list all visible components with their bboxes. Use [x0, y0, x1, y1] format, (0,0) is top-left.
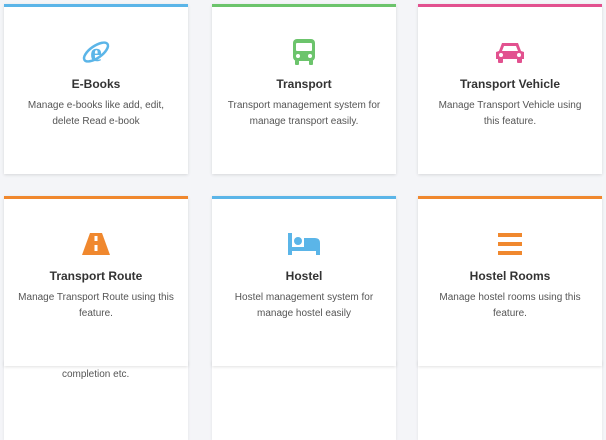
card-description: Manage Transport Vehicle using this feat… [438, 100, 582, 127]
card-title: E-Books [71, 77, 121, 91]
feature-card-transport-vehicle[interactable]: Transport Vehicle Manage Transport Vehic… [418, 4, 602, 174]
list-icon [418, 228, 602, 260]
card-description: Manage Transport Route using this featur… [18, 292, 174, 319]
internet-explorer-icon: e [4, 36, 188, 68]
partial-card-3 [418, 360, 602, 440]
card-top-bar [4, 196, 188, 199]
card-description: Manage e-books like add, edit, delete Re… [27, 100, 165, 127]
card-top-bar [212, 196, 396, 199]
card-top-bar [212, 4, 396, 7]
car-icon [418, 36, 602, 68]
partial-card-2 [212, 360, 396, 440]
card-description: Manage hostel rooms using this feature. [439, 292, 581, 319]
card-description: Transport management system for manage t… [227, 100, 381, 127]
card-title: Transport Vehicle [459, 77, 561, 91]
bus-icon [212, 36, 396, 68]
road-icon [4, 228, 188, 260]
partial-card-text: completion etc. [62, 369, 130, 380]
svg-text:e: e [90, 38, 102, 67]
card-title: Transport Route [49, 269, 143, 283]
feature-card-transport[interactable]: Transport Transport management system fo… [212, 4, 396, 174]
card-title: Hostel Rooms [469, 269, 551, 283]
card-top-bar [418, 4, 602, 7]
feature-card-hostel[interactable]: Hostel Hostel management system for mana… [212, 196, 396, 366]
feature-card-hostel-rooms[interactable]: Hostel Rooms Manage hostel rooms using t… [418, 196, 602, 366]
bed-icon [212, 228, 396, 260]
card-top-bar [4, 4, 188, 7]
feature-card-ebooks[interactable]: e E-Books Manage e-books like add, edit,… [4, 4, 188, 174]
card-title: Hostel [285, 269, 323, 283]
card-description: Hostel management system for manage host… [234, 292, 374, 319]
feature-card-transport-route[interactable]: Transport Route Manage Transport Route u… [4, 196, 188, 366]
card-title: Transport [276, 77, 332, 91]
card-top-bar [418, 196, 602, 199]
